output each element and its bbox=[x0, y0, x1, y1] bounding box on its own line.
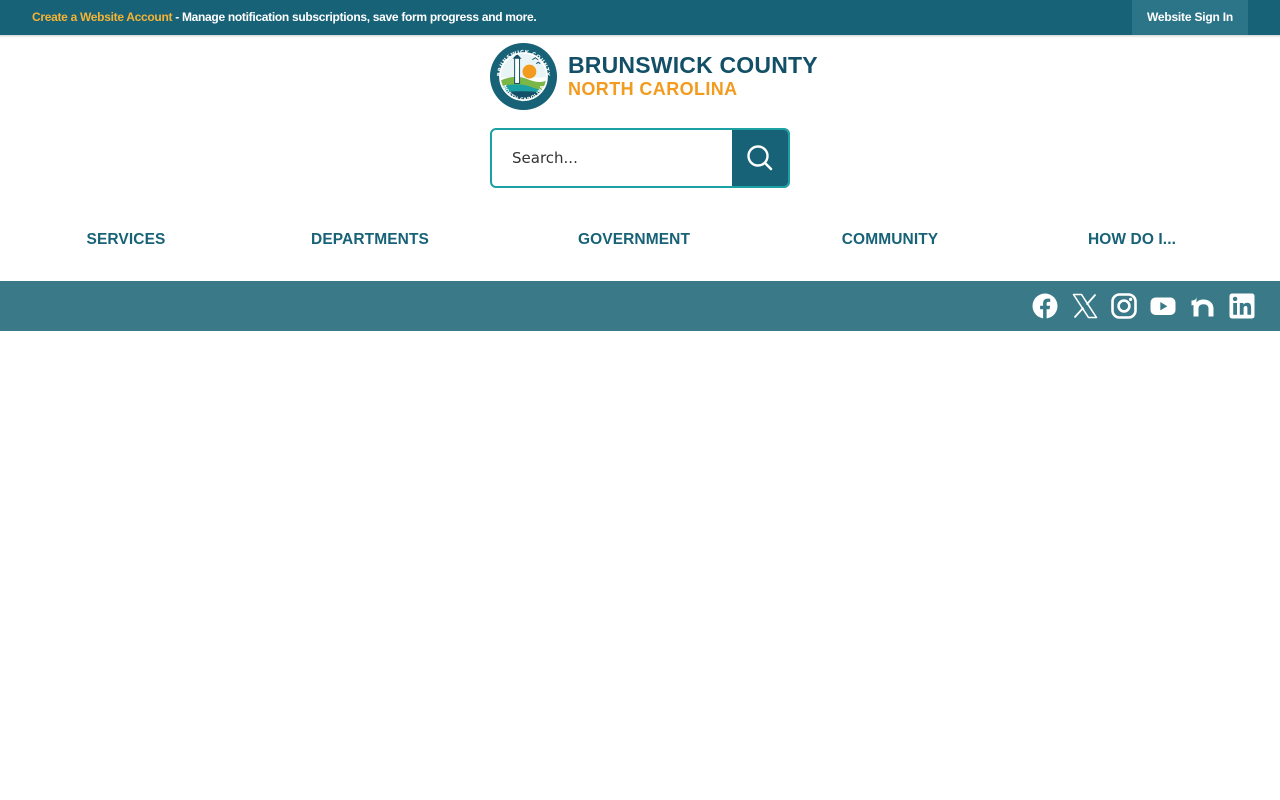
account-message-text: - Manage notification subscriptions, sav… bbox=[172, 10, 537, 24]
x-icon[interactable] bbox=[1072, 293, 1098, 319]
website-sign-in-button[interactable]: Website Sign In bbox=[1132, 0, 1248, 35]
logo-subtitle: NORTH CAROLINA bbox=[568, 79, 738, 99]
account-message: Create a Website Account - Manage notifi… bbox=[32, 0, 537, 35]
instagram-icon[interactable] bbox=[1111, 293, 1137, 319]
logo-title: BRUNSWICK COUNTY bbox=[568, 52, 818, 78]
search-input[interactable] bbox=[492, 130, 732, 186]
social-media-bar bbox=[0, 281, 1280, 331]
topbar-shadow bbox=[0, 35, 1280, 38]
main-navigation: SERVICES DEPARTMENTS GOVERNMENT COMMUNIT… bbox=[0, 220, 1280, 260]
facebook-icon[interactable] bbox=[1032, 293, 1058, 319]
nav-government[interactable]: GOVERNMENT bbox=[578, 220, 690, 260]
nextdoor-icon[interactable] bbox=[1190, 293, 1216, 319]
create-account-link[interactable]: Create a Website Account bbox=[32, 10, 172, 24]
nav-community[interactable]: COMMUNITY bbox=[842, 220, 938, 260]
youtube-icon[interactable] bbox=[1150, 293, 1176, 319]
nav-departments[interactable]: DEPARTMENTS bbox=[311, 220, 429, 260]
linkedin-icon[interactable] bbox=[1229, 293, 1255, 319]
site-search bbox=[490, 128, 790, 188]
county-seal-icon: BRUNSWICK COUNTY NORTH CAROLINA bbox=[489, 42, 558, 111]
search-icon bbox=[747, 145, 773, 171]
search-button[interactable] bbox=[732, 130, 788, 186]
top-utility-bar: Create a Website Account - Manage notifi… bbox=[0, 0, 1280, 35]
site-logo[interactable]: BRUNSWICK COUNTY NORTH CAROLINA BRUNSWIC… bbox=[489, 42, 818, 112]
nav-how-do-i[interactable]: HOW DO I... bbox=[1088, 220, 1176, 260]
nav-services[interactable]: SERVICES bbox=[87, 220, 166, 260]
